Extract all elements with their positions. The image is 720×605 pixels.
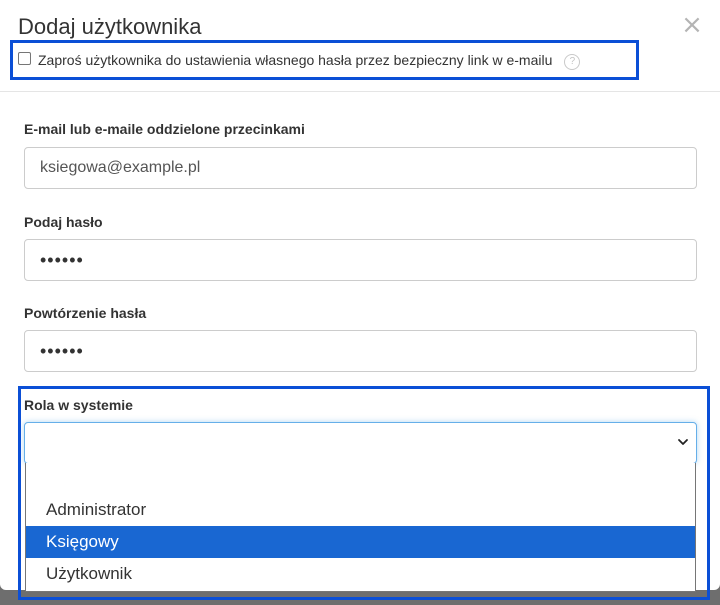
password-field[interactable]: •••••• bbox=[24, 239, 697, 281]
role-dropdown-list: Administrator Księgowy Użytkownik bbox=[25, 463, 696, 592]
close-icon[interactable]: × bbox=[681, 12, 703, 38]
role-option-empty[interactable] bbox=[26, 463, 695, 495]
password-repeat-field[interactable]: •••••• bbox=[24, 330, 697, 372]
invite-label[interactable]: Zaproś użytkownika do ustawienia własneg… bbox=[38, 52, 552, 68]
role-select[interactable] bbox=[24, 422, 697, 464]
modal-title: Dodaj użytkownika bbox=[18, 14, 202, 39]
password-value: •••••• bbox=[40, 250, 84, 270]
password-label: Podaj hasło bbox=[24, 214, 103, 230]
password-repeat-label: Powtórzenie hasła bbox=[24, 305, 147, 321]
modal-header: Dodaj użytkownika × Zaproś użytkownika d… bbox=[0, 0, 720, 92]
email-field[interactable]: ksiegowa@example.pl bbox=[24, 147, 697, 189]
chevron-down-icon bbox=[678, 439, 688, 445]
password-repeat-value: •••••• bbox=[40, 341, 84, 361]
email-label: E-mail lub e-maile oddzielone przecinkam… bbox=[24, 121, 305, 137]
invite-checkbox[interactable] bbox=[18, 51, 31, 65]
role-option-ksiegowy[interactable]: Księgowy bbox=[26, 526, 695, 558]
role-label: Rola w systemie bbox=[24, 397, 133, 413]
role-option-uzytkownik[interactable]: Użytkownik bbox=[26, 558, 695, 590]
help-icon[interactable]: ? bbox=[564, 54, 581, 70]
role-option-administrator[interactable]: Administrator bbox=[26, 494, 695, 526]
invite-option[interactable]: Zaproś użytkownika do ustawienia własneg… bbox=[18, 49, 581, 71]
